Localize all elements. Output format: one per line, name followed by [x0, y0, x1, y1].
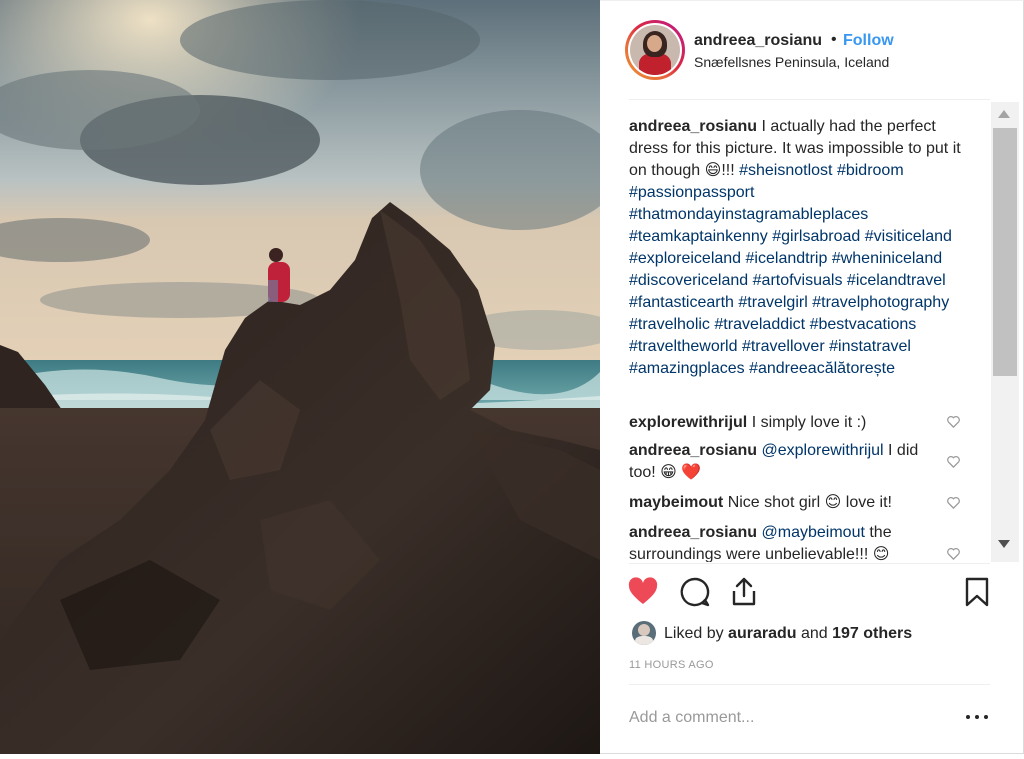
comment-like-heart-icon[interactable] — [946, 495, 961, 510]
hashtag-link[interactable]: #sheisnotlost — [739, 162, 832, 179]
comment-username[interactable]: maybeimout — [629, 494, 723, 511]
hashtag-link[interactable]: #thatmondayinstagramableplaces — [629, 206, 868, 223]
post-header: andreea_rosianu • Follow Snæfellsnes Pen… — [600, 0, 1024, 100]
separator-dot: • — [831, 31, 837, 48]
comment-item: andreea_rosianu @explorewithrijul I did … — [629, 440, 929, 484]
comment-username[interactable]: andreea_rosianu — [629, 442, 757, 459]
hashtag-link[interactable]: #bidroom — [837, 162, 904, 179]
comment-like-heart-icon[interactable] — [946, 546, 961, 561]
caption-text-end: !!! — [721, 162, 740, 179]
iceland-rock-photo — [0, 0, 600, 754]
footer-divider — [629, 684, 990, 685]
hashtag-link[interactable]: #instatravel — [829, 338, 911, 355]
hashtag-link[interactable]: #bestvacations — [810, 316, 917, 333]
header-divider — [629, 99, 990, 100]
caption-username[interactable]: andreea_rosianu — [629, 118, 757, 135]
hashtag-link[interactable]: #andreeacălătorește — [749, 360, 895, 377]
comment-like-heart-icon[interactable] — [946, 414, 961, 429]
liker-avatar[interactable] — [632, 621, 656, 645]
likes-prefix: Liked by — [664, 625, 729, 642]
hashtag-link[interactable]: #traveladdict — [714, 316, 805, 333]
likes-middle: and — [796, 625, 833, 642]
post-photo[interactable] — [0, 0, 600, 754]
comments-list[interactable]: andreea_rosianu I actually had the perfe… — [629, 102, 991, 562]
hashtag-link[interactable]: #girlsabroad — [772, 228, 860, 245]
add-comment-input[interactable]: Add a comment... — [629, 709, 754, 727]
hashtag-link[interactable]: #discovericeland — [629, 272, 748, 289]
post-timestamp[interactable]: 11 HOURS AGO — [629, 659, 714, 671]
comment-like-heart-icon[interactable] — [946, 454, 961, 469]
comment-mention[interactable]: @maybeimout — [762, 524, 865, 541]
likes-count[interactable]: 197 others — [832, 625, 912, 642]
hashtag-link[interactable]: #artofvisuals — [753, 272, 843, 289]
hashtag-link[interactable]: #fantasticearth — [629, 294, 734, 311]
likes-text: Liked by auraradu and 197 others — [664, 625, 912, 643]
hashtag-link[interactable]: #travelphotography — [812, 294, 949, 311]
comment-item: maybeimout Nice shot girl 😊 love it! — [629, 492, 929, 514]
more-options-icon[interactable] — [965, 707, 989, 725]
comments-scrollbar[interactable] — [991, 102, 1019, 562]
post-actions — [600, 566, 1024, 616]
hashtag-link[interactable]: #teamkaptainkenny — [629, 228, 768, 245]
comment-emoji: 😁 ❤️ — [660, 464, 702, 481]
comment-text: Nice shot girl — [723, 494, 825, 511]
scroll-down-arrow-icon[interactable] — [998, 540, 1010, 548]
bookmark-icon[interactable] — [961, 576, 993, 608]
caption-hashtags: #sheisnotlost #bidroom #passionpassport … — [629, 162, 952, 377]
post-username[interactable]: andreea_rosianu — [694, 32, 822, 50]
hashtag-link[interactable]: #travelgirl — [738, 294, 807, 311]
comment-emoji: 😊 — [872, 546, 890, 562]
scrollbar-thumb[interactable] — [993, 128, 1017, 376]
comment-mention[interactable]: @explorewithrijul — [762, 442, 884, 459]
likes-summary: Liked by auraradu and 197 others — [629, 620, 989, 648]
hashtag-link[interactable]: #traveltheworld — [629, 338, 738, 355]
scroll-up-arrow-icon[interactable] — [998, 110, 1010, 118]
hashtag-link[interactable]: #amazingplaces — [629, 360, 745, 377]
hashtag-link[interactable]: #icelandtrip — [746, 250, 828, 267]
heart-filled-icon[interactable] — [627, 576, 659, 608]
comment-emoji: 😊 — [824, 494, 842, 511]
comment-text: I simply love it :) — [747, 414, 867, 431]
hashtag-link[interactable]: #passionpassport — [629, 184, 754, 201]
comment-text-end: love it! — [841, 494, 892, 511]
hashtag-link[interactable]: #wheniniceland — [832, 250, 942, 267]
hashtag-link[interactable]: #travellover — [742, 338, 825, 355]
hashtag-link[interactable]: #travelholic — [629, 316, 710, 333]
post-side-panel: andreea_rosianu • Follow Snæfellsnes Pen… — [600, 0, 1024, 754]
liker-username[interactable]: auraradu — [728, 625, 796, 642]
share-upload-icon[interactable] — [728, 576, 760, 608]
comment-username[interactable]: andreea_rosianu — [629, 524, 757, 541]
comment-item: explorewithrijul I simply love it :) — [629, 412, 929, 434]
post-location[interactable]: Snæfellsnes Peninsula, Iceland — [694, 54, 889, 70]
hashtag-link[interactable]: #icelandtravel — [847, 272, 946, 289]
comment-item: andreea_rosianu @maybeimout the surround… — [629, 522, 929, 562]
hashtag-link[interactable]: #exploreiceland — [629, 250, 741, 267]
follow-button[interactable]: Follow — [843, 32, 894, 50]
hashtag-link[interactable]: #visiticeland — [865, 228, 952, 245]
comment-bubble-icon[interactable] — [679, 576, 711, 608]
avatar[interactable] — [625, 20, 685, 80]
comments-divider — [629, 563, 990, 564]
post-caption: andreea_rosianu I actually had the perfe… — [629, 116, 969, 380]
comment-username[interactable]: explorewithrijul — [629, 414, 747, 431]
caption-emoji: 😄 — [704, 162, 722, 179]
